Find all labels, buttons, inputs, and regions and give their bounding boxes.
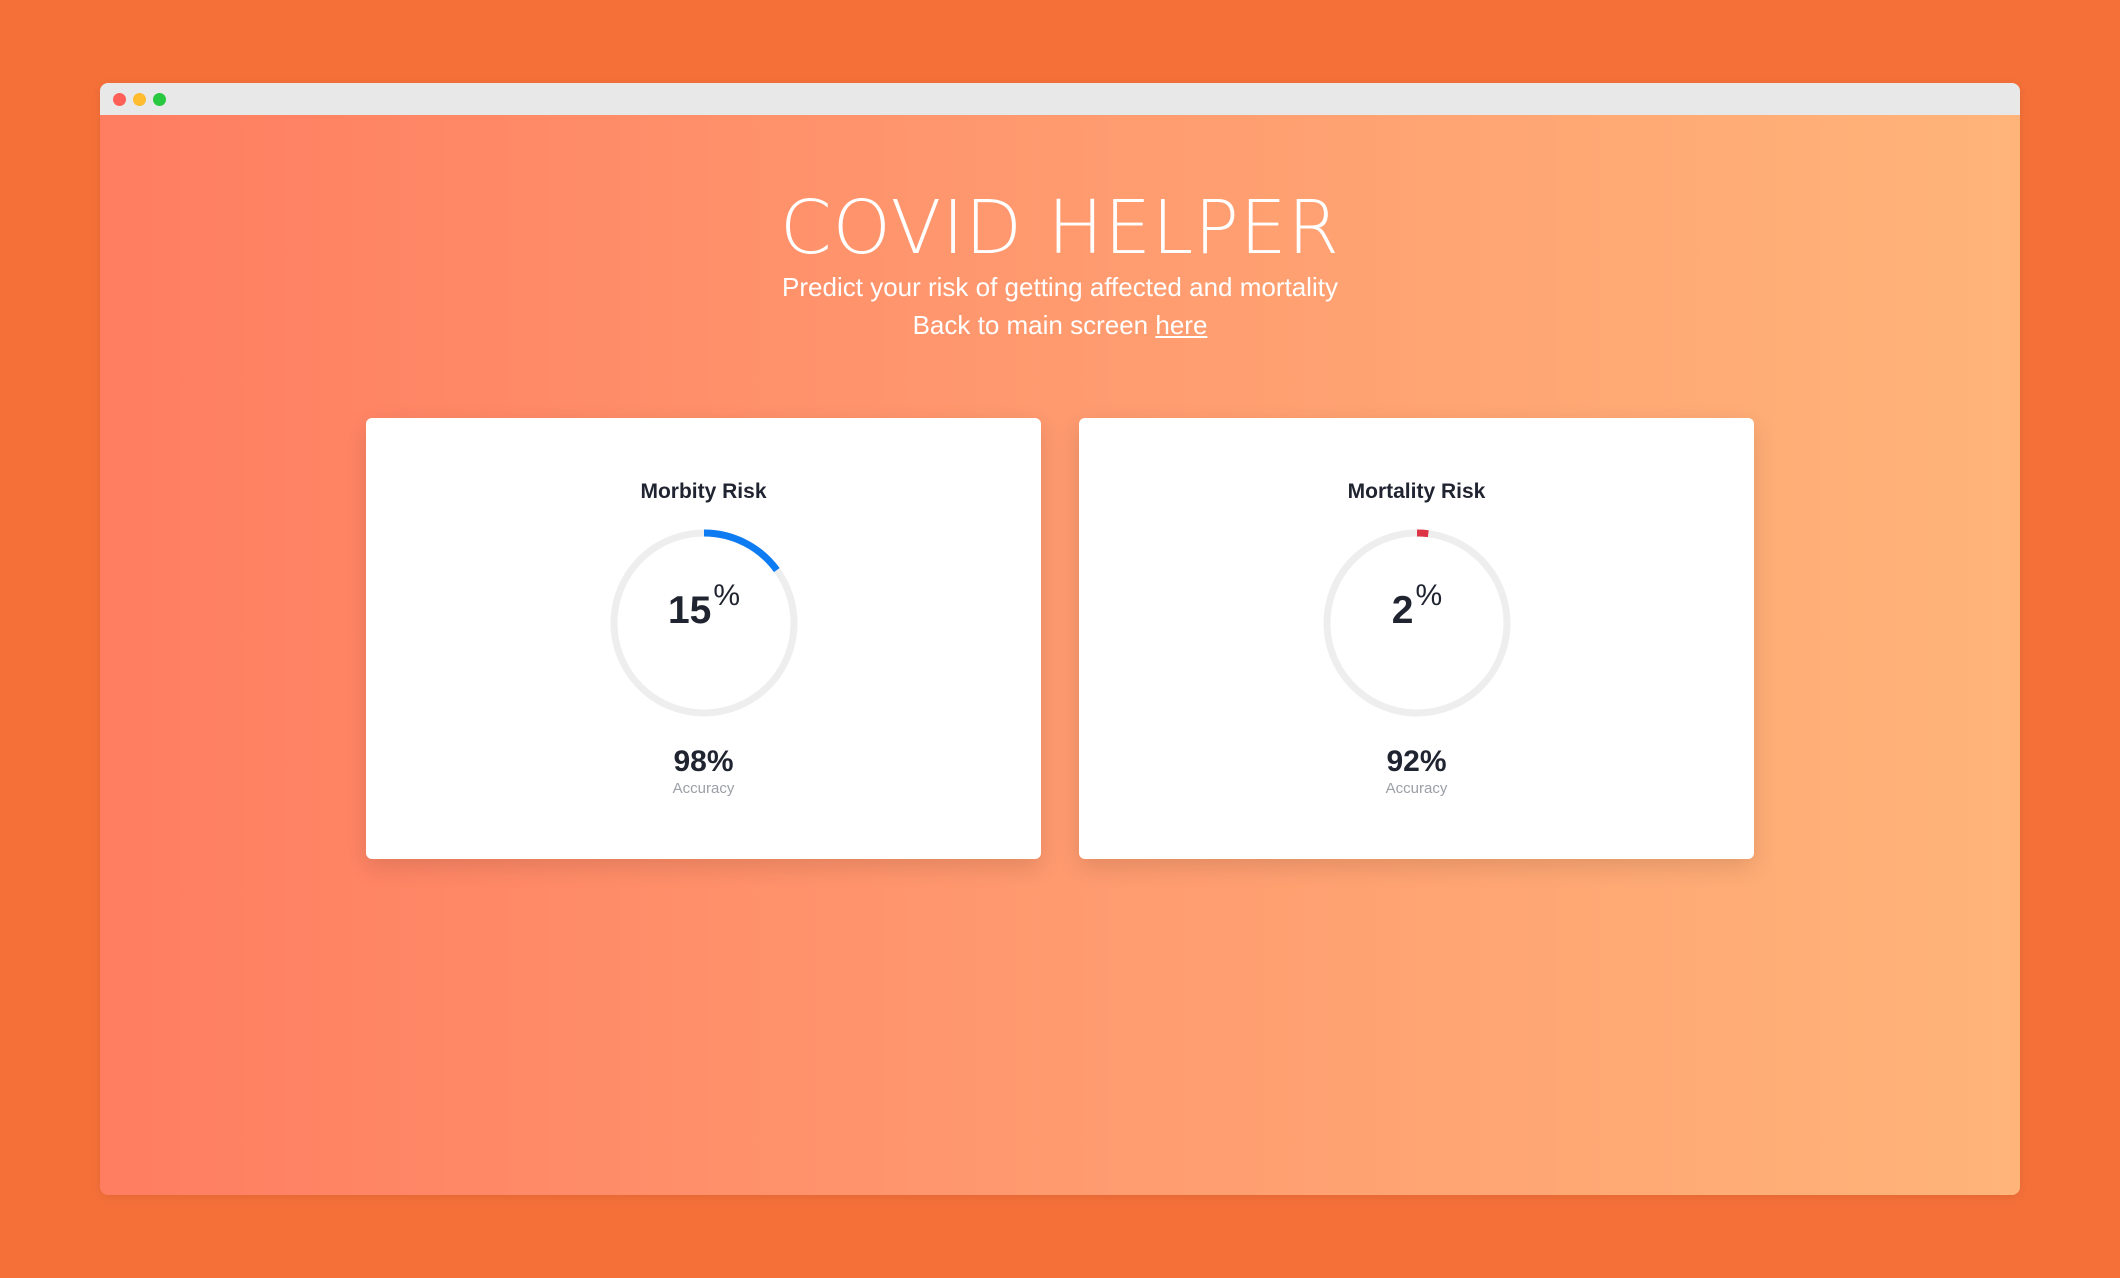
accuracy-label: Accuracy: [1385, 780, 1448, 797]
risk-number: 15: [667, 589, 712, 632]
risk-unit: %: [1415, 579, 1443, 612]
risk-unit: %: [713, 579, 741, 612]
risk-number: 2: [1391, 589, 1414, 632]
mortality-risk-card: Mortality Risk 2% 92% Accuracy: [1079, 418, 1754, 859]
risk-percentage: 2%: [1323, 581, 1511, 632]
card-title: Mortality Risk: [1347, 480, 1486, 503]
page-subtitle: Predict your risk of getting affected an…: [782, 272, 1338, 302]
accuracy-value: 92%: [1386, 745, 1447, 778]
risk-percentage: 15%: [610, 581, 798, 632]
close-window-icon[interactable]: [113, 93, 126, 106]
back-to-main-line: Back to main screen here: [100, 310, 2020, 341]
risk-gauge: 2%: [1323, 529, 1511, 717]
browser-window: COVID HELPER Predict your risk of gettin…: [100, 83, 2020, 1195]
accuracy-label: Accuracy: [672, 780, 735, 797]
gauge-progress-arc: [703, 529, 780, 573]
card-title: Morbity Risk: [640, 480, 767, 503]
morbidity-risk-card: Morbity Risk 15% 98% Accuracy: [366, 418, 1041, 859]
gauge-progress-arc: [1416, 529, 1429, 538]
window-titlebar: [100, 83, 2020, 115]
back-here-link[interactable]: here: [1155, 310, 1207, 340]
page-title: COVID HELPER: [780, 185, 1340, 271]
risk-gauge: 15%: [610, 529, 798, 717]
minimize-window-icon[interactable]: [133, 93, 146, 106]
back-text: Back to main screen: [912, 310, 1156, 340]
maximize-window-icon[interactable]: [153, 93, 166, 106]
accuracy-value: 98%: [673, 745, 734, 778]
page-content: COVID HELPER Predict your risk of gettin…: [100, 115, 2020, 1195]
